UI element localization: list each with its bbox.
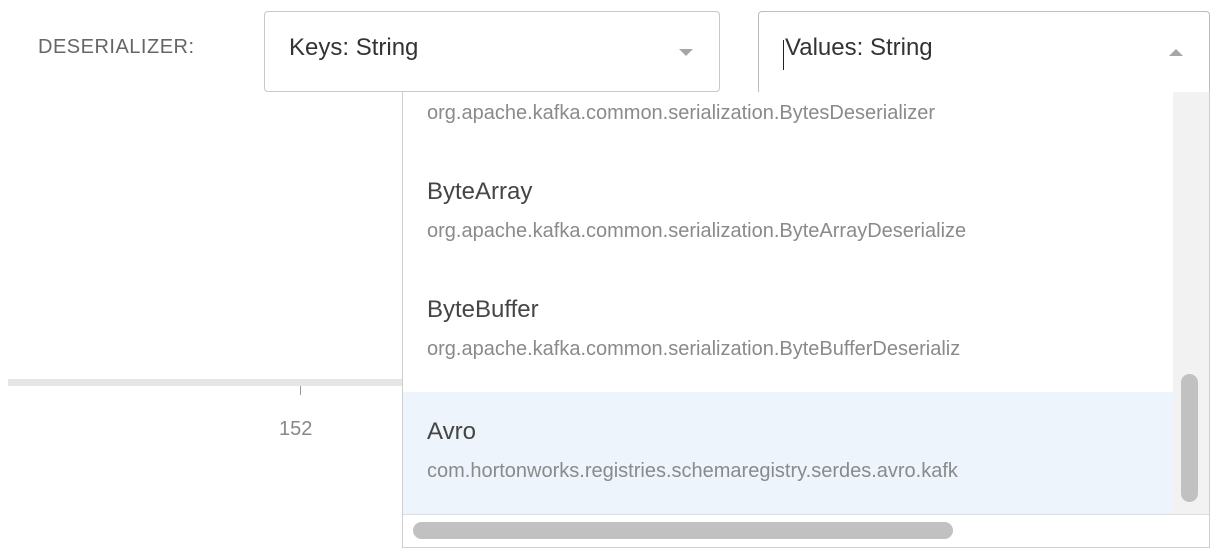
values-select-value[interactable]: Values: String <box>785 34 933 62</box>
menu-option-bytearray[interactable]: ByteArray org.apache.kafka.common.serial… <box>403 164 1174 256</box>
keys-deserializer-select[interactable]: Keys: String <box>264 11 720 92</box>
option-class-name: com.hortonworks.registries.schemaregistr… <box>427 460 958 482</box>
deserializer-panel: DESERIALIZER: 152 Keys: String Values: S… <box>0 0 1211 550</box>
menu-option-bytebuffer[interactable]: ByteBuffer org.apache.kafka.common.seria… <box>403 282 1174 374</box>
menu-option-avro[interactable]: Avro com.hortonworks.registries.schemare… <box>403 392 1174 514</box>
deserializer-label: DESERIALIZER: <box>38 36 195 58</box>
text-cursor <box>783 40 784 70</box>
option-class-name: org.apache.kafka.common.serialization.By… <box>427 220 967 242</box>
chart-axis-tick <box>300 386 301 395</box>
vertical-scrollbar-thumb[interactable] <box>1181 374 1198 502</box>
chevron-down-icon[interactable] <box>679 49 693 56</box>
values-deserializer-menu[interactable]: org.apache.kafka.common.serialization.By… <box>402 92 1210 548</box>
horizontal-scrollbar-thumb[interactable] <box>413 522 953 539</box>
chart-axis-tick-label: 152 <box>279 418 313 440</box>
chart-axis-line <box>8 379 406 386</box>
option-name: Avro <box>427 418 476 445</box>
option-name: ByteBuffer <box>427 296 539 323</box>
values-deserializer-select[interactable]: Values: String <box>758 11 1210 92</box>
option-class-name: org.apache.kafka.common.serialization.By… <box>427 338 961 360</box>
chevron-up-icon[interactable] <box>1169 49 1183 56</box>
option-name: ByteArray <box>427 178 533 205</box>
option-class-name: org.apache.kafka.common.serialization.By… <box>427 102 936 124</box>
keys-select-value: Keys: String <box>289 34 419 61</box>
menu-option-bytes[interactable]: org.apache.kafka.common.serialization.By… <box>403 92 1174 138</box>
